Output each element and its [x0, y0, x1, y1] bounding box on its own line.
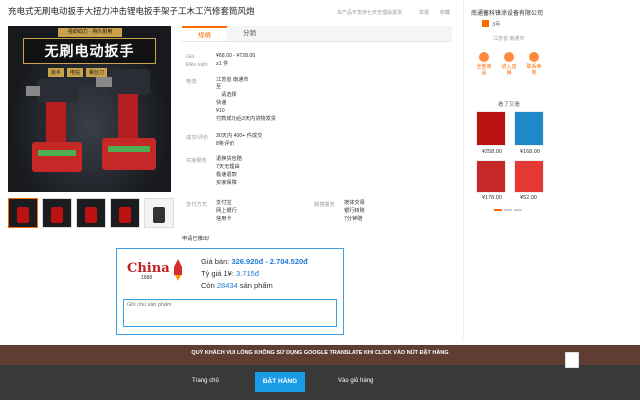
- tab-distribution[interactable]: 分销: [227, 26, 272, 41]
- carousel-indicator[interactable]: [494, 209, 502, 211]
- thumbnail[interactable]: [76, 198, 106, 228]
- thumbnail[interactable]: [110, 198, 140, 228]
- stock-value: 28434: [216, 281, 238, 290]
- moq-label: Điều kiện: [186, 62, 208, 68]
- sale-price-value: 326.920đ - 2.704.520đ: [231, 257, 308, 266]
- price-range: ¥68.00 - ¥728.00: [216, 53, 256, 59]
- enter-store-link[interactable]: 进入店铺: [501, 64, 517, 76]
- payment-label: 支付方式: [186, 202, 207, 208]
- shipping-method: 快递: [216, 100, 227, 106]
- carousel-indicator[interactable]: [504, 209, 512, 211]
- price-label: Giá: [186, 54, 195, 60]
- sales-count: 30天内 400+ 件成交: [216, 133, 263, 139]
- rate-value: 3.715đ: [236, 269, 259, 278]
- shipping-label: 物流: [186, 79, 197, 85]
- stock-label: Còn: [201, 281, 215, 290]
- add-to-cart-button[interactable]: Vào giỏ hàng: [338, 378, 373, 384]
- related-product-price: ¥52.00: [520, 195, 537, 201]
- logo-number: 1688: [141, 275, 153, 281]
- apply-note: 申请已推出!: [182, 236, 210, 242]
- main-product-image[interactable]: 强劲动力 · 持久耐用 无刷电动扳手 扳手 电钻 螺丝刀: [8, 26, 171, 192]
- cross-border-label: 跨境服务: [314, 202, 335, 208]
- contact-icon[interactable]: [529, 52, 539, 62]
- product-page: 充电式无刷电动扳手大扭力冲击锂电扳手架子工木工汽修套筒风炮 本产品不支持七天无理…: [0, 0, 640, 400]
- rate-label: Tỷ giá 1¥:: [201, 269, 234, 278]
- drill-illustration: [96, 69, 156, 170]
- contact-seller-link[interactable]: 联系卖家: [526, 64, 542, 76]
- cross-border-item: 按体交易: [344, 200, 365, 206]
- carousel-indicator[interactable]: [514, 209, 522, 211]
- thumbnail[interactable]: [8, 198, 38, 228]
- related-product-price: ¥258.00: [482, 149, 502, 155]
- logo-text: China: [127, 261, 170, 276]
- related-product-image[interactable]: [514, 111, 544, 146]
- banner-subtitle: 强劲动力 · 持久耐用: [58, 28, 122, 37]
- rocket-icon: [174, 259, 182, 281]
- related-product-image[interactable]: [476, 160, 506, 193]
- spec-tabs: 规格 分销: [182, 26, 452, 42]
- service-item: 买家保障: [216, 180, 237, 186]
- stock-suffix: sản phẩm: [239, 281, 273, 290]
- product-title: 充电式无刷电动扳手大扭力冲击锂电扳手架子工木工汽修套筒风炮: [8, 6, 255, 16]
- banner-title: 无刷电动扳手: [23, 38, 156, 64]
- home-button[interactable]: Trang chủ: [192, 378, 219, 384]
- store-icon[interactable]: [504, 52, 514, 62]
- shipping-fee: ¥10: [216, 108, 225, 114]
- shop-badge-icon: [482, 20, 489, 27]
- thumbnail[interactable]: [42, 198, 72, 228]
- product-notes-field[interactable]: [123, 299, 337, 327]
- shipping-to: 至: [216, 84, 222, 90]
- return-policy-note: 本产品不支持七天无理由退货: [337, 10, 403, 16]
- payment-method: 信用卡: [216, 216, 232, 222]
- order-button[interactable]: ĐẶT HÀNG: [255, 372, 305, 392]
- drill-illustration: [26, 79, 82, 172]
- all-products-link[interactable]: 全部商品: [476, 64, 492, 76]
- report-link[interactable]: 举报: [419, 9, 429, 16]
- shipping-time: 付款成功后3天内货物发货: [216, 116, 276, 122]
- china1688-logo: China 1688: [127, 259, 187, 289]
- rating-label: 成交/评价: [186, 135, 209, 141]
- service-item: 极速退款: [216, 172, 237, 178]
- related-product-price: ¥178.00: [482, 195, 502, 201]
- service-label: 买家服务: [186, 158, 207, 164]
- favorite-link[interactable]: 收藏: [440, 9, 450, 16]
- shop-years: 3年: [492, 22, 501, 28]
- also-viewed-title: 看了又看: [498, 102, 521, 108]
- thumbnail-strip: [8, 198, 174, 228]
- service-item: 退换货包赔: [216, 156, 242, 162]
- payment-method: 网上银行: [216, 208, 237, 214]
- related-product-price: ¥168.00: [520, 149, 540, 155]
- destination-select[interactable]: 请选择: [221, 92, 237, 100]
- tab-specs[interactable]: 规格: [182, 26, 227, 41]
- shop-location: 江苏省 南通市: [493, 36, 525, 42]
- all-products-icon[interactable]: [479, 52, 489, 62]
- vn-price-panel: China 1688 Giá bán: 326.920đ - 2.704.520…: [116, 248, 344, 335]
- sale-price-label: Giá bán:: [201, 257, 230, 266]
- thumbnail[interactable]: [144, 198, 174, 228]
- moq-value: ≥1 件: [216, 61, 229, 67]
- translate-warning: QUÝ KHÁCH VUI LÒNG KHÔNG SỬ DỤNG GOOGLE …: [191, 350, 449, 356]
- cross-border-item: 7分钟赔: [344, 216, 363, 222]
- review-count[interactable]: 8条评价: [216, 141, 234, 149]
- service-item: 7天无理由: [216, 164, 240, 170]
- related-product-image[interactable]: [476, 111, 506, 146]
- cross-border-item: 银行转账: [344, 208, 365, 214]
- shop-name[interactable]: 南通蓄科锋涂设备有限公司: [471, 8, 543, 17]
- related-product-image[interactable]: [514, 160, 544, 193]
- payment-method: 支付宝: [216, 200, 232, 206]
